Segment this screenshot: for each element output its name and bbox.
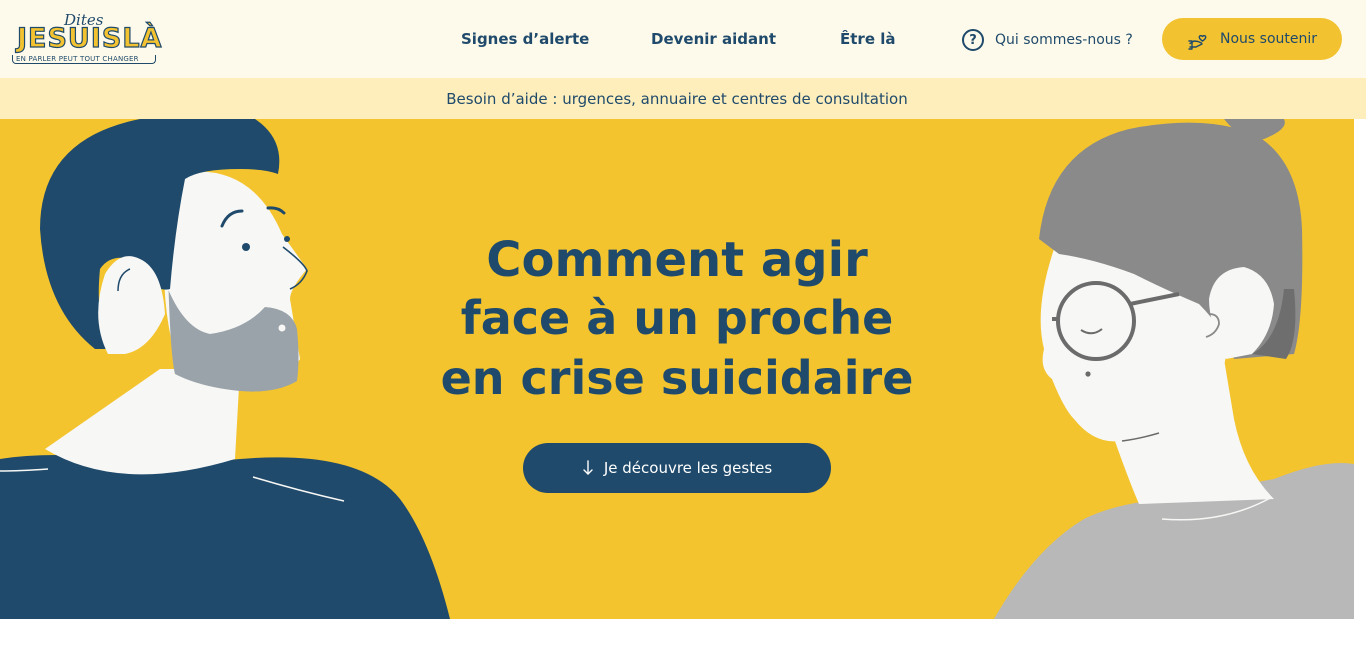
hero-title-strong: Comment agir (486, 232, 868, 288)
question-circle-icon: ? (962, 29, 984, 51)
hero-title-line-3: en crise suicidaire (440, 351, 914, 405)
support-label: Nous soutenir (1220, 31, 1318, 47)
support-button[interactable]: Nous soutenir (1162, 18, 1342, 60)
woman-illustration (994, 119, 1354, 619)
hero-title: Comment agir face à un proche en crise s… (377, 232, 977, 408)
discover-gestures-button[interactable]: Je découvre les gestes (523, 443, 831, 493)
about-link[interactable]: ? Qui sommes-nous ? (962, 28, 1133, 52)
arrow-down-icon (583, 460, 593, 475)
help-bar: Besoin d’aide : urgences, annuaire et ce… (0, 78, 1366, 119)
logo-main-text: JESUISLÀ (16, 22, 163, 54)
nav-link-etre-la[interactable]: Être là (840, 30, 895, 48)
about-label: Qui sommes-nous ? (995, 32, 1133, 48)
nav-link-devenir-aidant[interactable]: Devenir aidant (651, 30, 776, 48)
site-logo[interactable]: Dites JESUISLÀ EN PARLER PEUT TOUT CHANG… (12, 11, 162, 66)
logo-tagline: EN PARLER PEUT TOUT CHANGER (16, 55, 139, 63)
site-header: Dites JESUISLÀ EN PARLER PEUT TOUT CHANG… (0, 0, 1366, 78)
hand-heart-icon (1188, 34, 1207, 50)
discover-gestures-label: Je découvre les gestes (603, 459, 773, 477)
hero-title-line-2: face à un proche (460, 291, 894, 345)
help-link[interactable]: Besoin d’aide : urgences, annuaire et ce… (446, 90, 907, 108)
nav-link-signes-alerte[interactable]: Signes d’alerte (461, 30, 589, 48)
hero-banner: Comment agir face à un proche en crise s… (0, 119, 1354, 619)
